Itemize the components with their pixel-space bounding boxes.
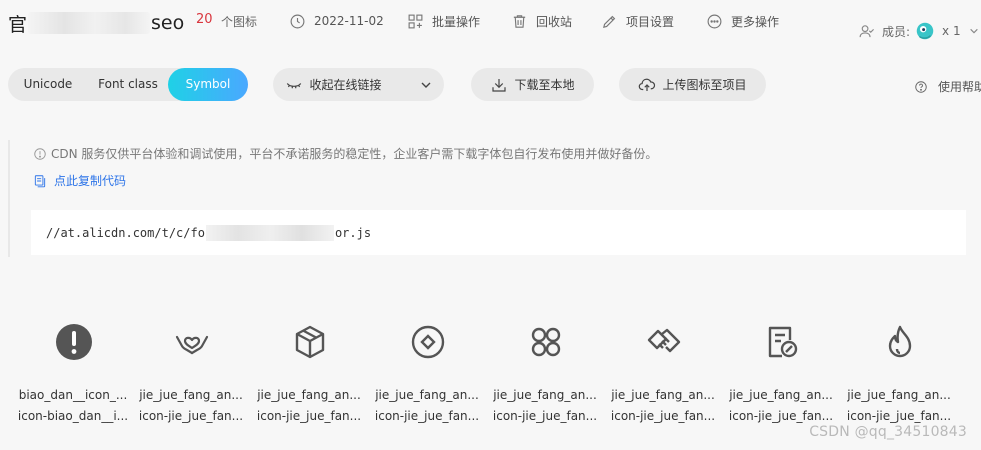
redacted-url-blur [205,225,334,241]
collapse-online-link-button[interactable]: 收起在线链接 [273,68,444,101]
project-title-prefix: 官 [8,13,28,36]
project-header: 官 seo 20 个图标 2022-11-02 批量操作 回收站 项目设置 更多… [0,0,981,52]
copy-code-link[interactable]: 点此复制代码 [33,172,126,189]
copy-code-label: 点此复制代码 [54,174,127,188]
heart-hands-icon [175,335,209,355]
icon-class-name: icon-jie_jue_fan... [374,409,480,423]
members-count: x 1 [942,24,961,38]
alert-circle-icon [56,324,92,360]
icon-class-name: icon-jie_jue_fan... [492,409,598,423]
icon-glyph [880,322,920,362]
download-icon [492,78,507,92]
project-title-suffix: seo [151,12,185,34]
icon-card[interactable]: biao_dan__icon_... icon-biao_dan__i... [14,318,132,428]
avatar [916,22,934,40]
document-edit-icon [768,326,798,358]
members-label: 成员: [882,24,911,39]
icon-card[interactable]: jie_jue_fang_an... icon-jie_jue_fan... [840,318,958,428]
icon-name: jie_jue_fang_an... [375,388,479,402]
icon-class-name: icon-jie_jue_fan... [256,409,362,423]
icon-glyph [762,322,802,362]
icon-class-name: icon-jie_jue_fan... [846,409,952,423]
download-local-label: 下载至本地 [514,78,575,92]
icon-card[interactable]: jie_jue_fang_an... icon-jie_jue_fan... [132,318,250,428]
icon-name: jie_jue_fang_an... [139,388,243,402]
handshake-icon [647,328,681,353]
cdn-notice-text: CDN 服务仅供平台体验和调试使用，平台不承诺服务的稳定性，企业客户需下载字体包… [33,145,657,162]
online-link-code: //at.alicdn.com/t/c/fo or.js [46,225,371,241]
icon-name: jie_jue_fang_an... [257,388,361,402]
csdn-watermark: CSDN @qq_34510843 [809,424,967,440]
icon-name: jie_jue_fang_an... [729,388,833,402]
icon-card[interactable]: jie_jue_fang_an... icon-jie_jue_fan... [368,318,486,428]
tab-unicode[interactable]: Unicode [8,68,88,101]
trash-icon [513,14,526,28]
project-settings-label: 项目设置 [626,14,675,29]
code-url-prefix: //at.alicdn.com/t/c/fo [46,226,205,240]
icon-class-name: icon-jie_jue_fan... [728,409,834,423]
icon-name: jie_jue_fang_an... [611,388,715,402]
members-dropdown[interactable]: 成员: x 1 [858,20,979,42]
four-circles-icon [531,327,561,357]
more-dots-icon [707,14,722,28]
icon-class-name: icon-biao_dan__i... [17,409,129,423]
icon-glyph [54,322,94,362]
download-local-button[interactable]: 下载至本地 [471,68,594,101]
code-url-suffix: or.js [334,226,372,240]
upload-icons-label: 上传图标至项目 [662,78,747,92]
icon-glyph [172,322,212,362]
icon-glyph [644,322,684,362]
icon-name: jie_jue_fang_an... [493,388,597,402]
project-title: 官 seo [8,10,184,36]
icon-name: jie_jue_fang_an... [847,388,951,402]
icon-card[interactable]: jie_jue_fang_an... icon-jie_jue_fan... [486,318,604,428]
batch-grid-icon [408,14,423,28]
redacted-title-blur [28,12,151,34]
online-link-code-box[interactable]: //at.alicdn.com/t/c/fo or.js [31,210,966,255]
updated-date-text: 2022-11-02 [314,14,384,28]
icon-count-label: 个图标 [221,15,258,29]
project-settings-button[interactable]: 项目设置 [601,11,674,31]
tab-font-class[interactable]: Font class [88,68,168,101]
icon-name: biao_dan__icon_... [18,388,128,402]
icon-card[interactable]: jie_jue_fang_an... icon-jie_jue_fan... [722,318,840,428]
flame-icon [888,325,912,358]
icon-class-name: icon-jie_jue_fan... [138,409,244,423]
icon-class-name: icon-jie_jue_fan... [610,409,716,423]
copy-document-icon [34,174,46,187]
help-link[interactable]: 使用帮助 [914,78,981,95]
icon-count: 20 [196,12,213,27]
recycle-bin-button[interactable]: 回收站 [511,11,572,31]
clock-icon [290,14,305,28]
icon-card[interactable]: jie_jue_fang_an... icon-jie_jue_fan... [250,318,368,428]
more-operations-label: 更多操作 [731,14,780,29]
pen-icon [603,15,616,28]
target-circle-icon [411,325,445,359]
more-operations-button[interactable]: 更多操作 [706,11,779,31]
cloud-upload-icon [639,78,656,91]
batch-operation-label: 批量操作 [432,14,481,29]
chevron-down-icon [421,82,430,88]
eye-closed-icon [287,82,302,88]
updated-date: 2022-11-02 [289,11,384,31]
info-circle-icon [34,147,46,160]
icon-glyph [408,322,448,362]
help-label: 使用帮助 [938,80,981,94]
upload-icons-button[interactable]: 上传图标至项目 [619,68,766,101]
icon-grid: biao_dan__icon_... icon-biao_dan__i... j… [14,318,964,428]
icon-card[interactable]: jie_jue_fang_an... icon-jie_jue_fan... [604,318,722,428]
cube-icon [295,325,325,359]
recycle-bin-label: 回收站 [536,14,573,29]
user-icon [859,24,874,37]
chevron-down-icon [969,28,978,34]
code-type-tabs: Unicode Font class Symbol [8,68,248,101]
collapse-online-link-label: 收起在线链接 [309,78,382,92]
cdn-notice-message: CDN 服务仅供平台体验和调试使用，平台不承诺服务的稳定性，企业客户需下载字体包… [51,147,658,161]
batch-operation-button[interactable]: 批量操作 [407,11,480,31]
icon-glyph [526,322,566,362]
tab-symbol[interactable]: Symbol [168,68,248,101]
question-circle-icon [915,80,927,93]
icon-glyph [290,322,330,362]
